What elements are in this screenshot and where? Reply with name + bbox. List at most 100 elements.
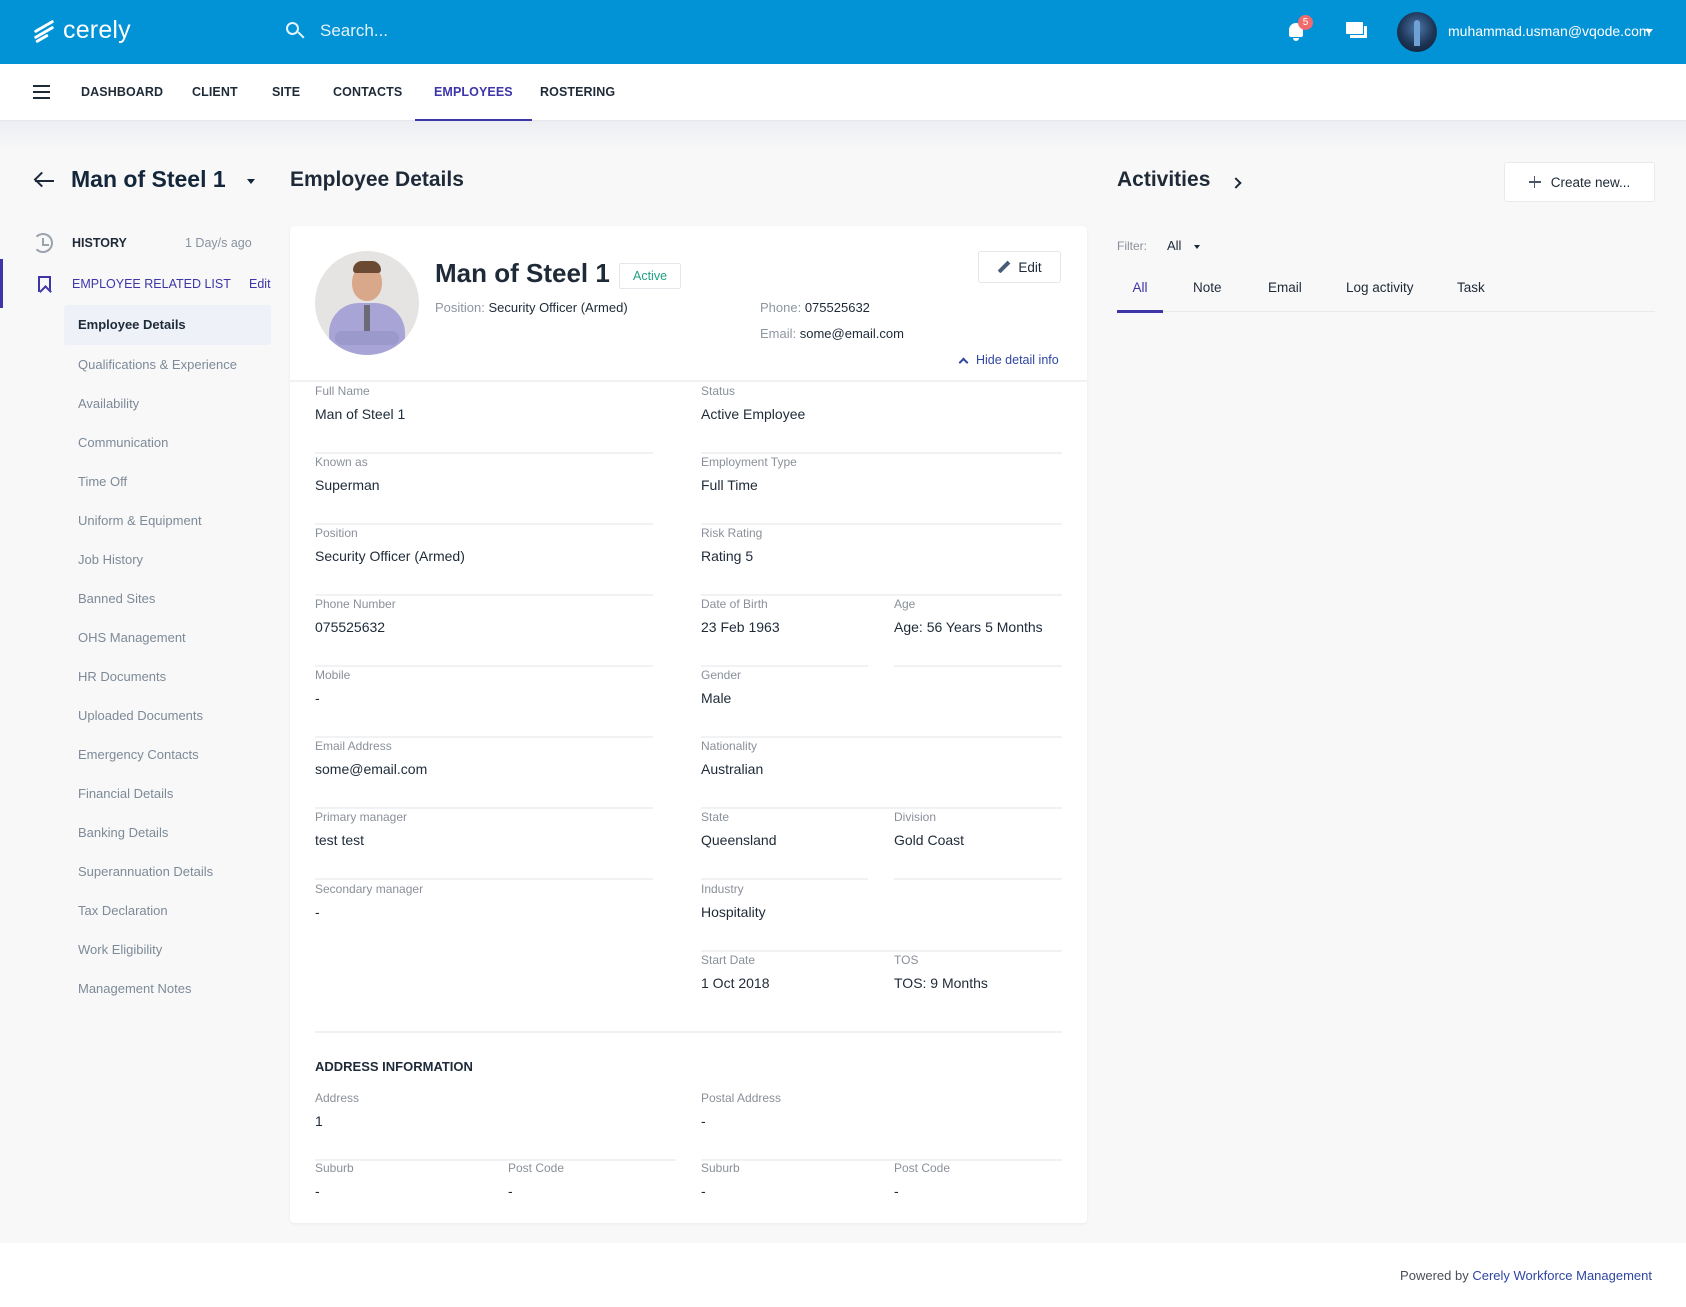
nav-dashboard[interactable]: DASHBOARD	[62, 64, 182, 121]
tab-task[interactable]: Task	[1457, 270, 1485, 312]
profile-position: Position: Security Officer (Armed)	[435, 300, 628, 315]
field-suburb: Suburb -	[315, 1161, 482, 1231]
field-label: Position	[315, 526, 358, 540]
sidebar-item-uploaded-documents[interactable]: Uploaded Documents	[64, 696, 271, 735]
sidebar-item-superannuation-details[interactable]: Superannuation Details	[64, 852, 271, 891]
sidebar-item-financial-details[interactable]: Financial Details	[64, 774, 271, 813]
field-postal-address: Postal Address -	[701, 1091, 1062, 1161]
sidebar-item-work-eligibility[interactable]: Work Eligibility	[64, 930, 271, 969]
plus-icon	[1528, 176, 1541, 188]
notification-count-badge: 5	[1298, 15, 1313, 30]
create-new-button[interactable]: Create new...	[1504, 162, 1655, 202]
hamburger-menu-icon[interactable]	[33, 85, 50, 99]
field-value: Age: 56 Years 5 Months	[894, 619, 1043, 635]
field-value: Australian	[701, 761, 764, 777]
record-switch-caret-icon[interactable]	[247, 179, 255, 184]
field-label: Primary manager	[315, 810, 408, 824]
field-state: State Queensland	[701, 810, 868, 880]
sidebar-item-management-notes[interactable]: Management Notes	[64, 969, 271, 1008]
hide-detail-info-link[interactable]: Hide detail info	[958, 353, 1059, 367]
nav-contacts[interactable]: CONTACTS	[314, 64, 421, 121]
field-value: Gold Coast	[894, 832, 965, 848]
sidebar-item-qualifications[interactable]: Qualifications & Experience	[64, 345, 271, 384]
search-icon	[284, 20, 306, 42]
filter-label: Filter:	[1117, 239, 1147, 253]
nav-site[interactable]: SITE	[253, 64, 319, 121]
brand-name: cerely	[63, 16, 131, 44]
chevron-right-icon[interactable]	[1230, 177, 1242, 189]
brand-logo[interactable]: cerely	[31, 16, 131, 45]
nav-client[interactable]: CLIENT	[173, 64, 257, 121]
field-known-as: Known as Superman	[315, 455, 653, 525]
field-value: Full Time	[701, 477, 758, 493]
record-title: Man of Steel 1	[71, 166, 226, 192]
sidebar-item-availability[interactable]: Availability	[64, 384, 271, 423]
field-label: Risk Rating	[701, 526, 763, 540]
sidebar-item-ohs-management[interactable]: OHS Management	[64, 618, 271, 657]
field-value: -	[315, 904, 320, 920]
user-avatar[interactable]	[1397, 12, 1437, 52]
field-label: Employment Type	[701, 455, 797, 469]
field-value: Superman	[315, 477, 380, 493]
user-email[interactable]: muhammad.usman@vqode.com	[1448, 23, 1651, 39]
profile-email: Email: some@email.com	[760, 326, 904, 341]
field-address: Address 1	[315, 1091, 676, 1161]
messages-button[interactable]	[1346, 22, 1368, 42]
edit-button[interactable]: Edit	[978, 251, 1061, 283]
search-input[interactable]	[320, 21, 620, 41]
filter-caret-icon[interactable]	[1194, 245, 1200, 249]
tab-note[interactable]: Note	[1193, 270, 1222, 312]
field-value: Man of Steel 1	[315, 406, 406, 422]
nav-employees[interactable]: EMPLOYEES	[415, 64, 532, 122]
tab-log-activity[interactable]: Log activity	[1346, 270, 1414, 312]
field-primary-manager: Primary manager test test	[315, 810, 653, 880]
sidebar-item-job-history[interactable]: Job History	[64, 540, 271, 579]
field-label: Gender	[701, 668, 742, 682]
field-value: Security Officer (Armed)	[315, 548, 465, 564]
field-status: Status Active Employee	[701, 384, 1062, 454]
global-search	[284, 20, 620, 42]
sidebar-item-communication[interactable]: Communication	[64, 423, 271, 462]
field-value: 23 Feb 1963	[701, 619, 780, 635]
field-label: Suburb	[701, 1161, 740, 1175]
field-label: Full Name	[315, 384, 370, 398]
sidebar-item-tax-declaration[interactable]: Tax Declaration	[64, 891, 271, 930]
tab-all[interactable]: All	[1117, 270, 1163, 313]
history-link[interactable]: HISTORY	[72, 236, 127, 250]
sidebar-item-uniform-equipment[interactable]: Uniform & Equipment	[64, 501, 271, 540]
section-divider	[315, 1031, 1062, 1033]
field-value: Male	[701, 690, 732, 706]
field-value: TOS: 9 Months	[894, 975, 988, 991]
sidebar-item-time-off[interactable]: Time Off	[64, 462, 271, 501]
field-position: Position Security Officer (Armed)	[315, 526, 653, 596]
sidebar-item-banking-details[interactable]: Banking Details	[64, 813, 271, 852]
page-title: Employee Details	[290, 168, 464, 191]
footer: Powered by Cerely Workforce Management	[0, 1243, 1686, 1307]
footer-link[interactable]: Cerely Workforce Management	[1472, 1268, 1652, 1283]
back-arrow-icon[interactable]	[33, 171, 55, 191]
field-value: 1	[315, 1113, 323, 1129]
nav-rostering[interactable]: ROSTERING	[521, 64, 634, 121]
field-label: Date of Birth	[701, 597, 768, 611]
sidebar-item-banned-sites[interactable]: Banned Sites	[64, 579, 271, 618]
sidebar-item-hr-documents[interactable]: HR Documents	[64, 657, 271, 696]
sidebar-item-emergency-contacts[interactable]: Emergency Contacts	[64, 735, 271, 774]
field-gender: Gender Male	[701, 668, 1062, 738]
related-list-edit-link[interactable]: Edit	[249, 277, 271, 291]
field-label: Known as	[315, 455, 368, 469]
field-date-of-birth: Date of Birth 23 Feb 1963	[701, 597, 868, 667]
profile-header: Man of Steel 1 Active Position: Security…	[290, 226, 1087, 382]
user-menu-caret-icon[interactable]	[1645, 29, 1653, 34]
notifications-button[interactable]: 5	[1286, 15, 1313, 44]
main-nav: DASHBOARD CLIENT SITE CONTACTS EMPLOYEES…	[0, 64, 1686, 122]
field-value: -	[508, 1183, 513, 1199]
filter-select[interactable]: All	[1167, 238, 1181, 253]
tab-email[interactable]: Email	[1268, 270, 1302, 312]
field-label: Address	[315, 1091, 360, 1105]
field-value: some@email.com	[315, 761, 428, 777]
sidebar-item-employee-details[interactable]: Employee Details	[64, 305, 271, 345]
field-phone-number: Phone Number 075525632	[315, 597, 653, 667]
field-tos: TOS TOS: 9 Months	[894, 953, 1062, 1023]
field-label: Division	[894, 810, 937, 824]
field-risk-rating: Risk Rating Rating 5	[701, 526, 1062, 596]
